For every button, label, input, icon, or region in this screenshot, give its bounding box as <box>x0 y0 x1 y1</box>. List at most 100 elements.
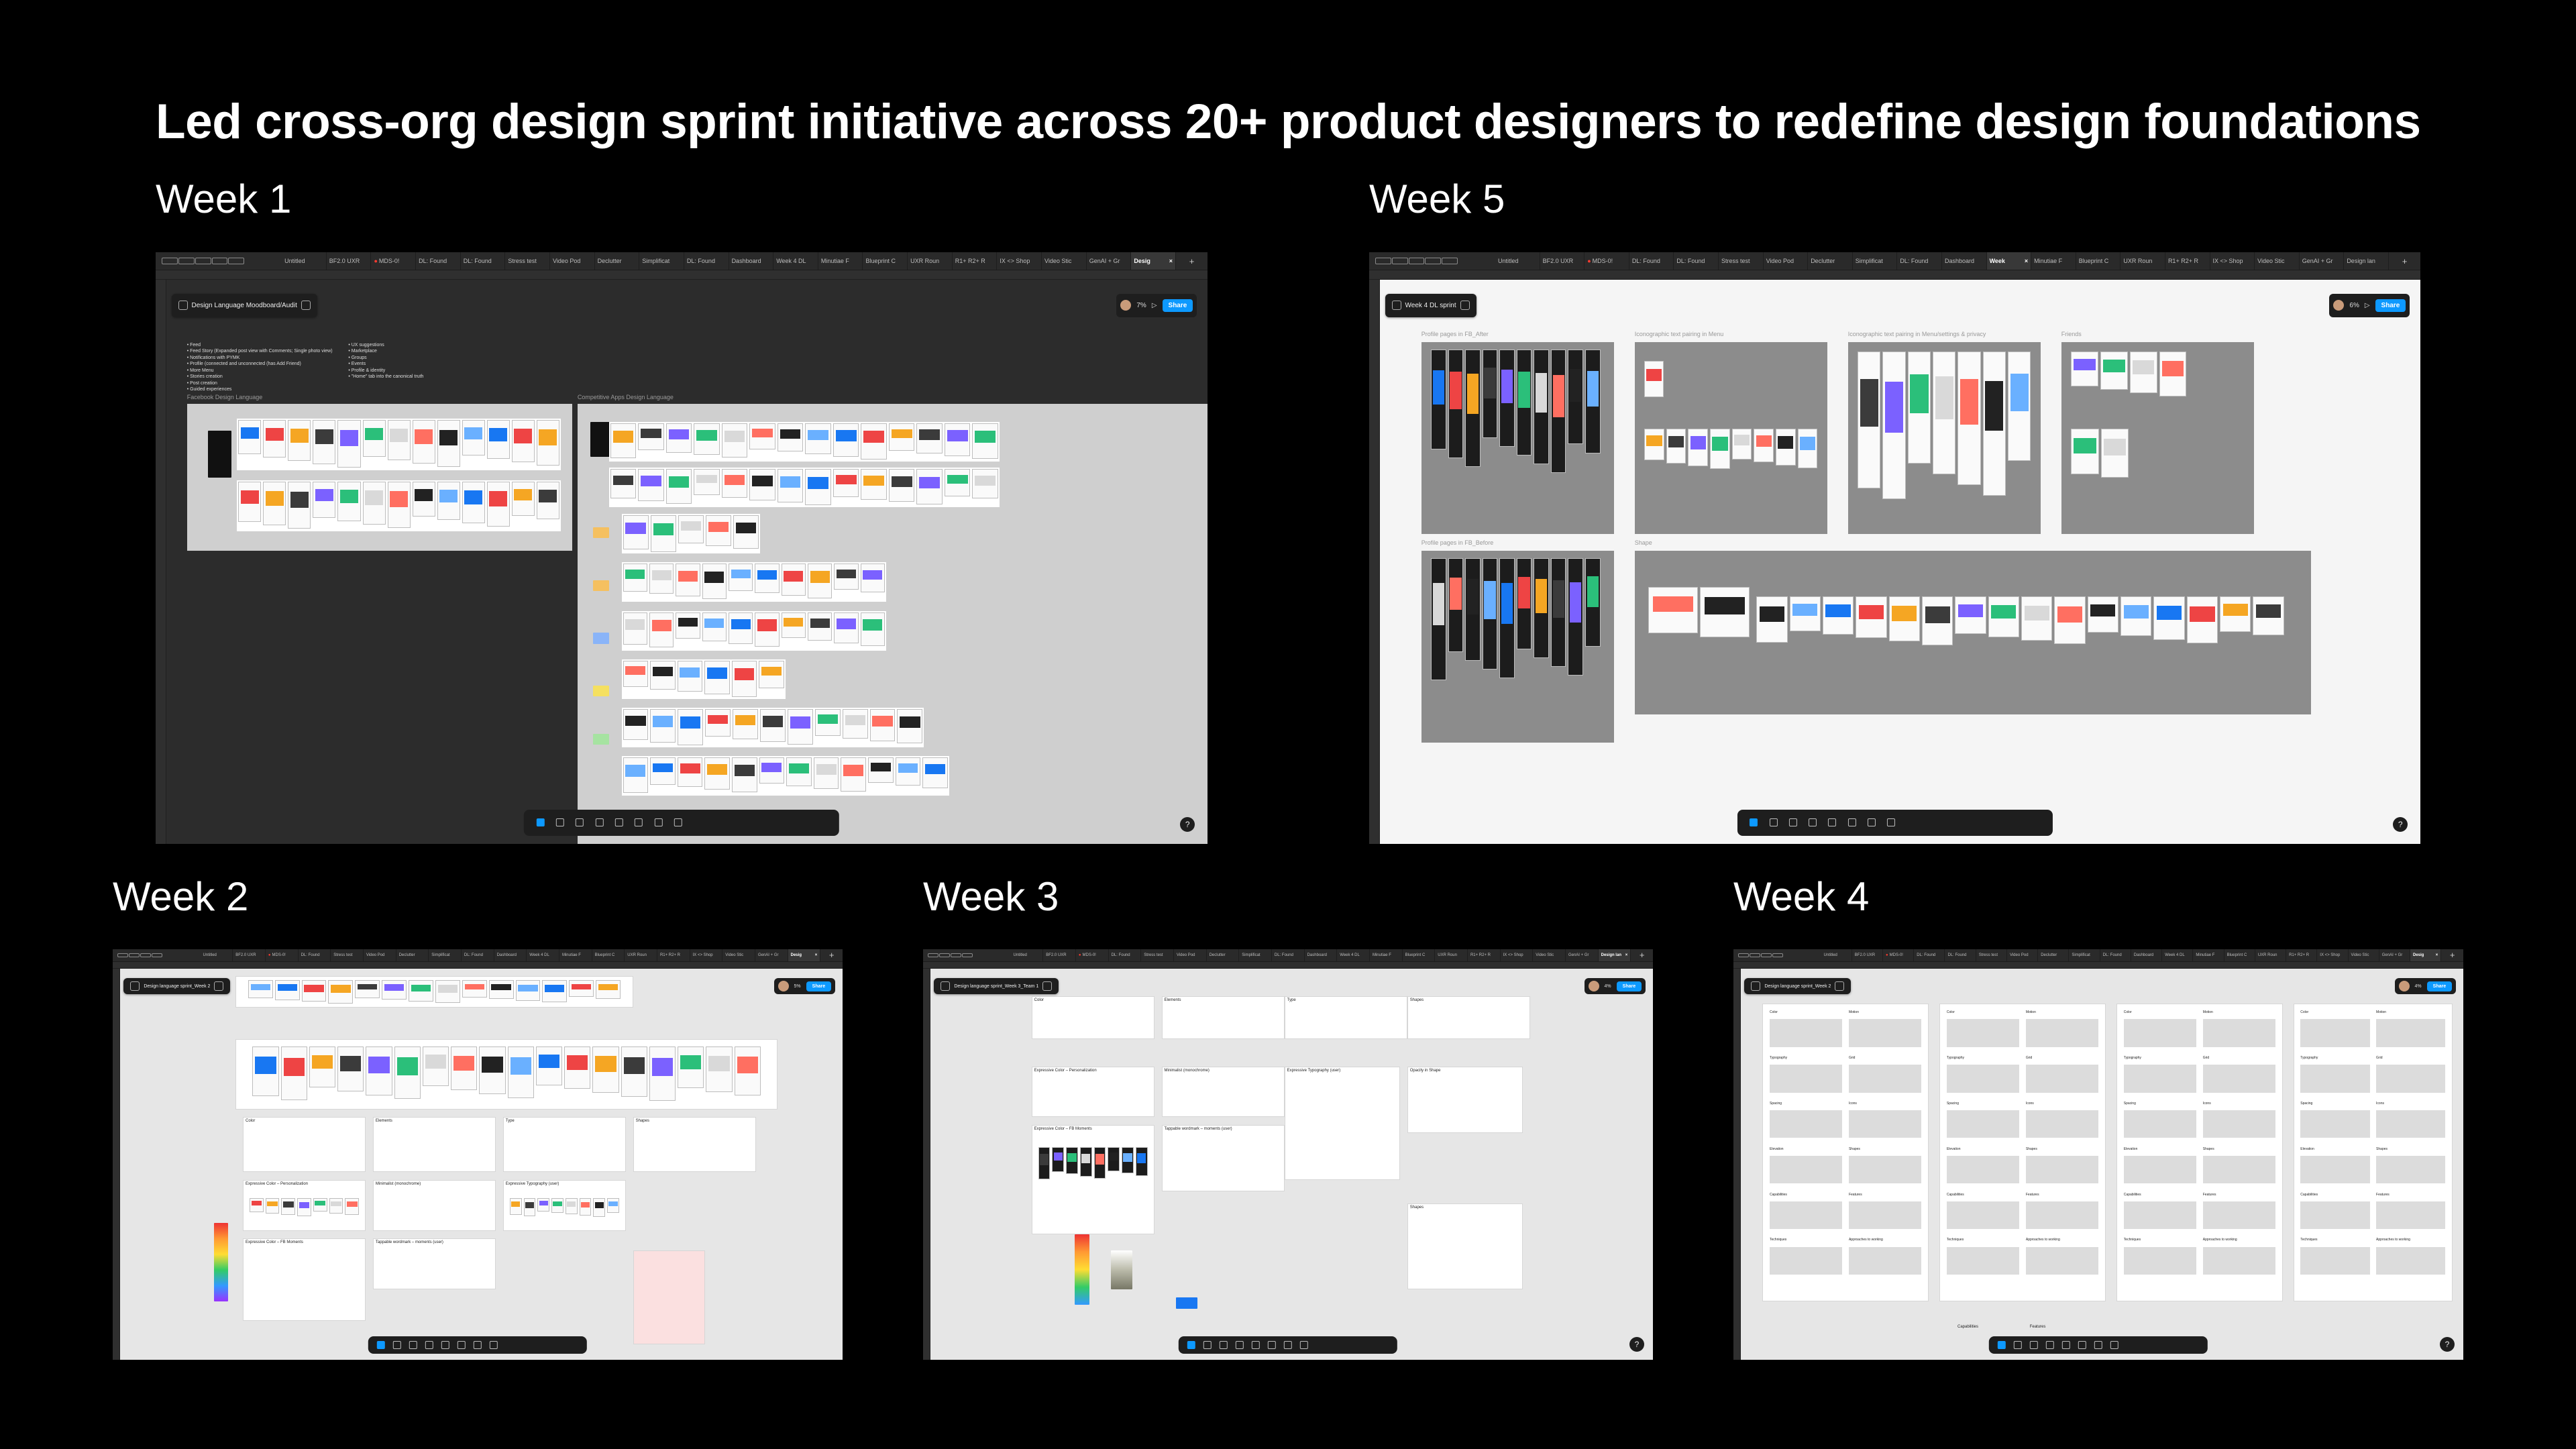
file-tab[interactable]: DL: Found <box>684 252 729 270</box>
file-tab[interactable]: Declutter <box>396 949 429 961</box>
shape-tool-icon[interactable] <box>2029 1340 2038 1349</box>
new-tab-icon[interactable]: + <box>1176 256 1208 266</box>
folder-icon[interactable] <box>211 258 228 265</box>
pen-tool-icon[interactable] <box>425 1340 433 1349</box>
file-tab[interactable]: Stress test <box>505 252 550 270</box>
share-button[interactable]: Share <box>2426 981 2453 991</box>
file-tab[interactable]: Dashboard <box>729 252 774 270</box>
pen-tool-icon[interactable] <box>1235 1340 1244 1349</box>
actions-icon[interactable] <box>473 1340 482 1349</box>
actions-icon[interactable] <box>1868 818 1876 827</box>
file-tab[interactable]: DL: Found <box>462 949 494 961</box>
file-tab[interactable]: Stress test <box>1976 949 2007 961</box>
section-card[interactable]: Expressive Color – Personalization <box>1031 1066 1155 1118</box>
close-tab-icon[interactable]: × <box>2023 258 2028 264</box>
file-tab[interactable]: DL: Found <box>1945 949 1976 961</box>
file-tab[interactable]: DL: Found <box>1629 252 1674 270</box>
dev-mode-icon[interactable] <box>1887 818 1896 827</box>
file-tab[interactable]: Untitled <box>1011 949 1044 961</box>
file-tab[interactable]: Blueprint C <box>592 949 625 961</box>
frame-tool-icon[interactable] <box>392 1340 401 1349</box>
actions-icon[interactable] <box>2094 1340 2102 1349</box>
home-icon[interactable] <box>117 953 128 958</box>
avatar[interactable] <box>2398 981 2410 992</box>
panel-icon[interactable] <box>301 301 311 311</box>
file-tab[interactable]: Stress test <box>331 949 364 961</box>
menu-icon[interactable] <box>1391 301 1401 311</box>
new-tab-icon[interactable]: + <box>1631 950 1653 960</box>
file-tab[interactable]: Week 4 DL <box>2162 949 2194 961</box>
share-button[interactable]: Share <box>806 981 832 991</box>
file-tab[interactable]: Simplificat <box>1239 949 1272 961</box>
file-tab[interactable]: Desig × <box>1131 252 1176 270</box>
share-button[interactable]: Share <box>1616 981 1642 991</box>
file-tab[interactable]: Video Stic <box>1042 252 1087 270</box>
file-tab[interactable]: DL: Found <box>461 252 506 270</box>
avatar[interactable] <box>1588 981 1599 992</box>
file-tab[interactable]: Simplificat <box>2069 949 2100 961</box>
section-card[interactable]: Minimalist (monochrome) <box>372 1179 496 1231</box>
close-tab-icon[interactable]: × <box>2434 953 2438 957</box>
new-tab-icon[interactable]: + <box>820 950 843 960</box>
avatar[interactable] <box>2333 300 2345 311</box>
grid-icon[interactable] <box>1760 953 1772 958</box>
section-card[interactable]: Type <box>502 1117 626 1173</box>
zoom-level[interactable]: 5% <box>794 984 801 989</box>
section-card[interactable]: Minimalist (monochrome) <box>1161 1066 1285 1118</box>
file-tab[interactable]: DL: Found <box>2100 949 2131 961</box>
file-tab[interactable]: Desig × <box>2410 949 2442 961</box>
file-tab[interactable]: Simplificat <box>639 252 684 270</box>
file-tab[interactable]: DL: Found <box>416 252 461 270</box>
shape-tool-icon[interactable] <box>1219 1340 1228 1349</box>
actions-icon[interactable] <box>654 818 663 827</box>
comment-tool-icon[interactable] <box>457 1340 466 1349</box>
canvas[interactable]: • Feed • Feed Story (Expanded post view w… <box>166 280 1208 844</box>
file-tab[interactable]: IX <> Shop <box>690 949 723 961</box>
file-tab[interactable]: Dashboard <box>494 949 527 961</box>
pen-tool-icon[interactable] <box>595 818 604 827</box>
file-tab[interactable]: Video Pod <box>364 949 396 961</box>
file-tab[interactable]: Untitled <box>201 949 233 961</box>
file-tab[interactable]: Week 4 DL <box>773 252 818 270</box>
file-tab[interactable]: Week 4 DL <box>527 949 559 961</box>
window-icon[interactable] <box>1442 258 1458 265</box>
file-tab[interactable]: Video Stic <box>2255 252 2300 270</box>
menu-icon-text-section[interactable] <box>1634 341 1827 534</box>
section-card[interactable]: Shapes <box>1407 1203 1523 1289</box>
file-tab[interactable]: Declutter <box>2038 949 2070 961</box>
move-tool-icon[interactable] <box>376 1340 385 1349</box>
dev-mode-icon[interactable] <box>2110 1340 2118 1349</box>
window-icon[interactable] <box>228 258 244 265</box>
file-tab[interactable]: BF2.0 UXR <box>1540 252 1585 270</box>
file-tab[interactable]: Stress test <box>1141 949 1174 961</box>
file-tab[interactable]: UXR Roun <box>908 252 953 270</box>
friends-section[interactable] <box>2061 341 2254 534</box>
move-tool-icon[interactable] <box>1750 818 1758 827</box>
move-tool-icon[interactable] <box>536 818 545 827</box>
grid-icon[interactable] <box>140 953 152 958</box>
file-tab[interactable]: GenAI + Gr <box>2300 252 2345 270</box>
file-tab[interactable]: Declutter <box>1207 949 1240 961</box>
moodboard-card[interactable] <box>235 1038 778 1110</box>
chat-icon[interactable] <box>128 953 140 958</box>
file-tab[interactable]: DL: Found <box>1272 949 1305 961</box>
frame-tool-icon[interactable] <box>1769 818 1778 827</box>
file-tab[interactable]: Simplificat <box>429 949 462 961</box>
file-tab[interactable]: Blueprint C <box>1403 949 1436 961</box>
section-card[interactable]: Opacity in Shape <box>1407 1066 1523 1133</box>
zoom-level[interactable]: 4% <box>2415 984 2422 989</box>
new-tab-icon[interactable]: + <box>2389 256 2420 266</box>
play-icon[interactable]: ▷ <box>2365 302 2370 309</box>
file-tab[interactable]: R1+ R2+ R <box>953 252 998 270</box>
help-icon[interactable]: ? <box>1629 1336 1644 1352</box>
menu-icon[interactable] <box>178 301 188 311</box>
profile-before-section[interactable] <box>1421 550 1614 743</box>
home-icon[interactable] <box>162 258 178 265</box>
section-card[interactable]: Type <box>1284 996 1407 1039</box>
home-icon[interactable] <box>1375 258 1392 265</box>
dev-mode-icon[interactable] <box>674 818 682 827</box>
file-tab[interactable]: Video Stic <box>2349 949 2379 961</box>
help-icon[interactable]: ? <box>2439 1336 2455 1352</box>
file-tab[interactable]: Design lan × <box>1598 949 1631 961</box>
file-tab[interactable]: Minutiae F <box>559 949 592 961</box>
